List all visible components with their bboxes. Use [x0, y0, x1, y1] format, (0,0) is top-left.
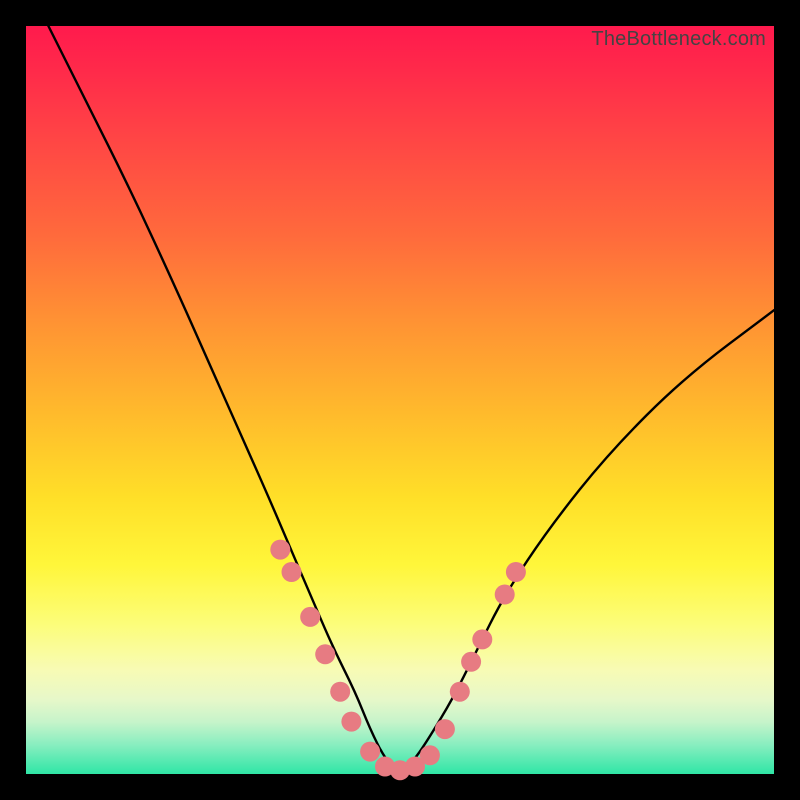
curve-marker-dot: [270, 540, 290, 560]
curve-marker-dot: [300, 607, 320, 627]
curve-svg: [26, 26, 774, 774]
curve-marker-dot: [435, 719, 455, 739]
curve-marker-dot: [495, 585, 515, 605]
curve-marker-dot: [330, 682, 350, 702]
curve-marker-dot: [341, 712, 361, 732]
curve-marker-dot: [472, 629, 492, 649]
curve-marker-dot: [506, 562, 526, 582]
curve-marker-dot: [360, 742, 380, 762]
curve-marker-dot: [461, 652, 481, 672]
curve-marker-dot: [450, 682, 470, 702]
curve-marker-dot: [282, 562, 302, 582]
plot-area: TheBottleneck.com: [26, 26, 774, 774]
chart-frame: TheBottleneck.com: [0, 0, 800, 800]
bottleneck-curve-path: [48, 26, 774, 770]
curve-markers: [270, 540, 526, 781]
curve-marker-dot: [315, 644, 335, 664]
curve-marker-dot: [420, 745, 440, 765]
